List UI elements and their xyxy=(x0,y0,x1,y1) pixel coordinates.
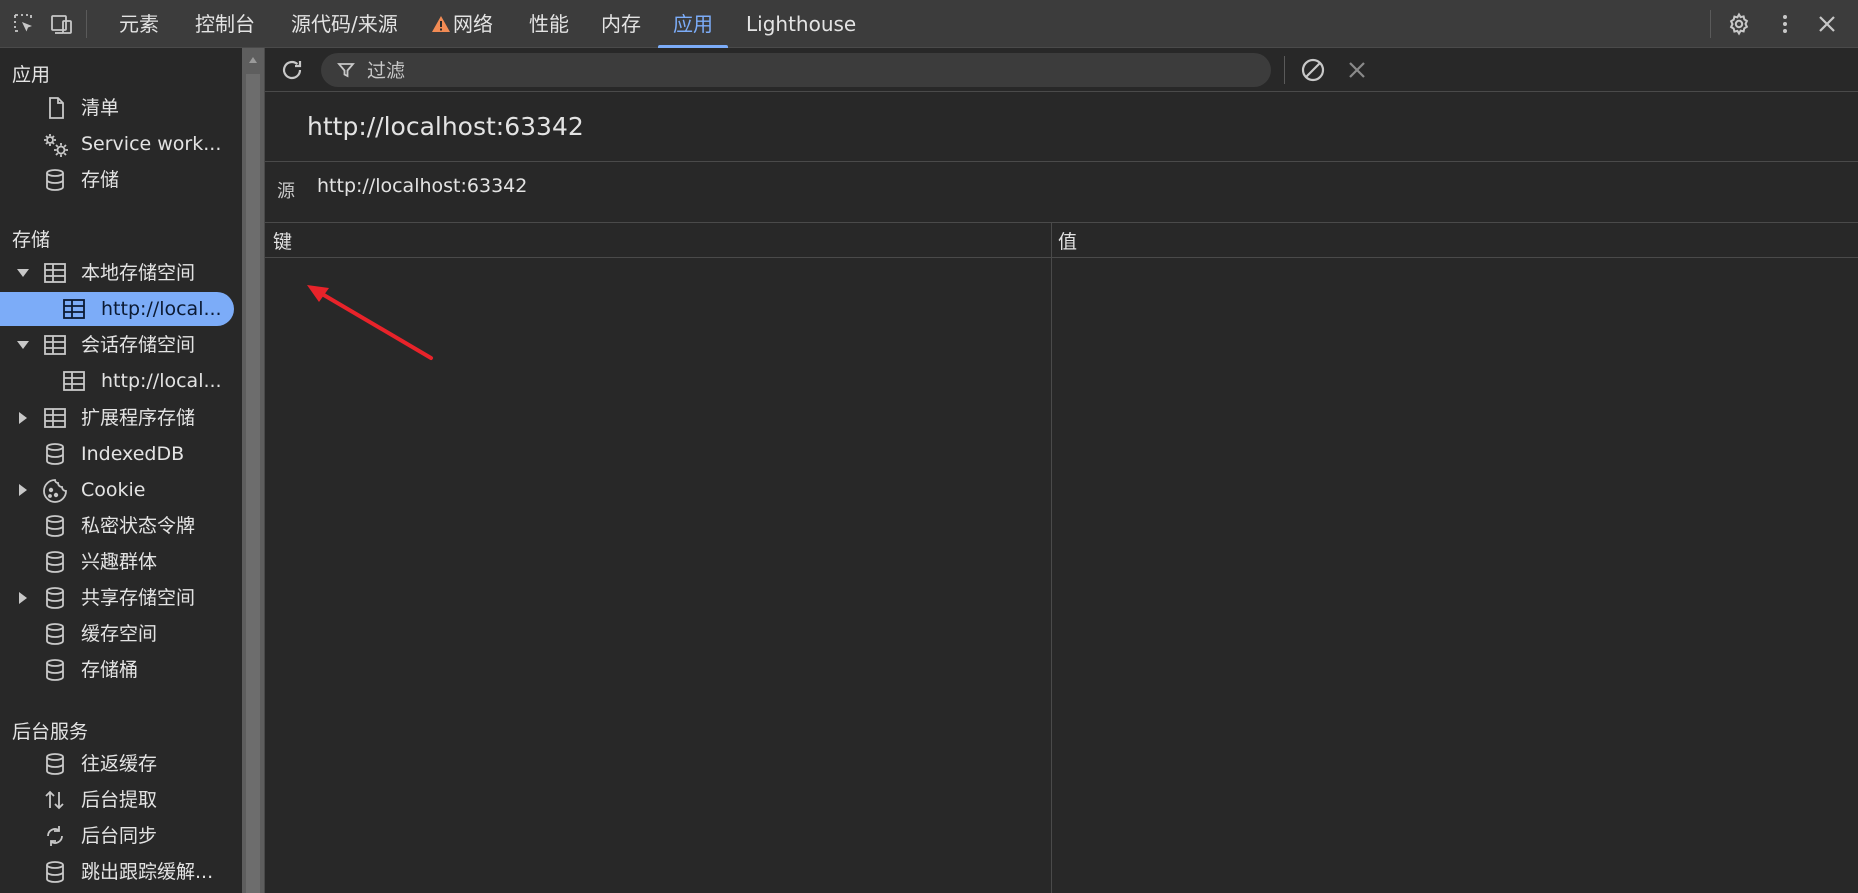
tab-console[interactable]: 控制台 xyxy=(180,0,270,48)
sync-icon xyxy=(43,824,67,848)
tab-network[interactable]: 网络 xyxy=(416,0,508,48)
gears-icon xyxy=(42,132,68,157)
clear-all-icon[interactable] xyxy=(1300,57,1326,83)
sidebar-item-cache-storage[interactable]: 缓存空间 xyxy=(0,617,234,651)
origin-title: http://localhost:63342 xyxy=(307,112,584,141)
refresh-icon[interactable] xyxy=(279,57,305,83)
database-icon xyxy=(43,622,67,646)
sidebar-item-manifest[interactable]: 清单 xyxy=(0,91,234,125)
expand-triangle-right-icon[interactable] xyxy=(16,591,30,605)
tab-performance[interactable]: 性能 xyxy=(514,0,584,48)
table-icon xyxy=(43,406,67,430)
toolbar-divider xyxy=(1710,10,1711,38)
filter-box[interactable] xyxy=(321,53,1271,87)
device-toolbar-icon[interactable] xyxy=(50,12,74,36)
application-sidebar: 应用 清单 Service work... 存储 存储 本地存储空间 http:… xyxy=(0,48,242,893)
section-title-background-services: 后台服务 xyxy=(12,721,89,743)
sidebar-item-storage-buckets[interactable]: 存储桶 xyxy=(0,653,234,687)
red-annotation-arrow xyxy=(307,285,433,360)
cookie-icon xyxy=(42,478,67,503)
storage-toolbar xyxy=(265,48,1858,92)
delete-selected-icon[interactable] xyxy=(1346,59,1368,81)
inspect-element-icon[interactable] xyxy=(12,12,36,36)
expand-triangle-down-icon[interactable] xyxy=(16,266,30,280)
sidebar-item-background-fetch[interactable]: 后台提取 xyxy=(0,783,234,817)
tab-elements[interactable]: 元素 xyxy=(104,0,174,48)
section-title-storage: 存储 xyxy=(12,229,51,251)
database-icon xyxy=(43,550,67,574)
origin-value: http://localhost:63342 xyxy=(317,175,528,197)
sidebar-item-shared-storage[interactable]: 共享存储空间 xyxy=(0,581,234,615)
document-icon xyxy=(44,96,68,120)
sidebar-item-session-storage[interactable]: 会话存储空间 xyxy=(0,328,234,362)
database-icon xyxy=(43,586,67,610)
section-title-application: 应用 xyxy=(12,64,51,86)
sidebar-item-local-storage-origin[interactable]: http://local... xyxy=(0,292,234,326)
sidebar-item-extension-storage[interactable]: 扩展程序存储 xyxy=(0,401,234,435)
sidebar-item-storage-overview[interactable]: 存储 xyxy=(0,163,234,197)
key-value-table[interactable]: 键 值 xyxy=(265,222,1858,893)
table-icon xyxy=(43,261,67,285)
expand-triangle-down-icon[interactable] xyxy=(16,338,30,352)
database-icon xyxy=(43,514,67,538)
origin-row: 源 http://localhost:63342 xyxy=(265,162,1858,222)
sidebar-item-service-workers[interactable]: Service work... xyxy=(0,127,234,161)
sidebar-item-bounce-tracking[interactable]: 跳出跟踪缓解... xyxy=(0,855,234,889)
database-icon xyxy=(43,168,67,192)
sidebar-item-interest-groups[interactable]: 兴趣群体 xyxy=(0,545,234,579)
database-icon xyxy=(43,752,67,776)
sidebar-item-background-sync[interactable]: 后台同步 xyxy=(0,819,234,853)
database-icon xyxy=(43,860,67,884)
warning-icon xyxy=(431,15,451,33)
tab-memory[interactable]: 内存 xyxy=(586,0,656,48)
sidebar-item-back-forward-cache[interactable]: 往返缓存 xyxy=(0,747,234,781)
toolbar-divider xyxy=(86,10,87,38)
origin-label: 源 xyxy=(277,181,295,202)
scrollbar-thumb[interactable] xyxy=(246,74,260,893)
tab-sources[interactable]: 源代码/来源 xyxy=(276,0,413,48)
filter-input[interactable] xyxy=(365,55,1249,87)
column-header-value[interactable]: 值 xyxy=(1058,227,1077,254)
database-icon xyxy=(43,442,67,466)
sidebar-item-session-storage-origin[interactable]: http://local... xyxy=(0,364,234,398)
column-header-key[interactable]: 键 xyxy=(273,227,292,254)
sidebar-item-cookie[interactable]: Cookie xyxy=(0,473,234,507)
storage-main-pane: http://localhost:63342 源 http://localhos… xyxy=(264,48,1858,893)
gear-icon[interactable] xyxy=(1727,12,1751,36)
column-divider[interactable] xyxy=(1051,222,1052,893)
fetch-arrows-icon xyxy=(43,788,67,812)
sidebar-scrollbar[interactable] xyxy=(242,48,264,893)
database-icon xyxy=(43,658,67,682)
table-icon xyxy=(62,297,86,321)
more-vertical-icon[interactable] xyxy=(1773,12,1797,36)
sidebar-item-local-storage[interactable]: 本地存储空间 xyxy=(0,256,234,290)
table-icon xyxy=(43,333,67,357)
sidebar-item-private-state-tokens[interactable]: 私密状态令牌 xyxy=(0,509,234,543)
filter-funnel-icon xyxy=(337,61,355,79)
tab-lighthouse[interactable]: Lighthouse xyxy=(731,0,871,48)
close-icon[interactable] xyxy=(1815,12,1839,36)
tab-application[interactable]: 应用 xyxy=(658,0,728,48)
toolbar-divider xyxy=(1284,56,1285,84)
table-header: 键 值 xyxy=(265,222,1858,258)
scroll-up-arrow-icon[interactable] xyxy=(248,56,258,64)
table-icon xyxy=(62,369,86,393)
expand-triangle-right-icon[interactable] xyxy=(16,483,30,497)
expand-triangle-right-icon[interactable] xyxy=(16,411,30,425)
sidebar-item-indexeddb[interactable]: IndexedDB xyxy=(0,437,234,471)
devtools-tab-bar: 元素 控制台 源代码/来源 网络 性能 内存 应用 Lighthouse xyxy=(0,0,1858,48)
